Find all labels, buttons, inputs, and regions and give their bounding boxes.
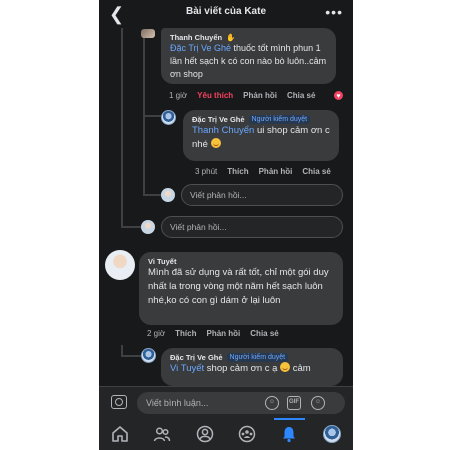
author-name[interactable]: Thanh Chuyển xyxy=(170,33,222,42)
author-name[interactable]: Vi Tuyết xyxy=(148,257,334,266)
tab-groups[interactable] xyxy=(226,418,268,450)
comment-composer: Viết bình luận... ☺ GIF ☺ xyxy=(99,386,353,418)
comment-text: Đặc Trị Ve Ghẻ thuốc tốt mình phun 1 lần… xyxy=(170,43,327,79)
comment-actions: 1 giờ Yêu thích Phản hồi Chia sẻ xyxy=(169,91,315,100)
heart-icon[interactable]: ♥ xyxy=(333,90,344,101)
reply-button[interactable]: Phản hồi xyxy=(243,91,277,100)
author-name[interactable]: Đặc Trị Ve Ghẻ xyxy=(192,115,245,124)
camera-icon[interactable] xyxy=(111,395,127,409)
timestamp: 2 giờ xyxy=(147,329,166,338)
moderator-badge: Người kiểm duyệt xyxy=(226,353,289,362)
reply-text: Thanh Chuyển ui shop cảm ơn c nhé xyxy=(192,125,330,150)
tab-friends[interactable] xyxy=(141,418,183,450)
friends-icon xyxy=(154,427,171,442)
tab-profile[interactable] xyxy=(184,418,226,450)
menu-avatar-icon xyxy=(322,425,341,443)
app-screen: ❮ Bài viết của Kate ••• Thanh Chuyển ✋ Đ… xyxy=(99,0,353,450)
thread-line xyxy=(143,30,145,195)
sticker-icon[interactable]: ☺ xyxy=(265,396,279,410)
more-horizontal-icon[interactable]: ••• xyxy=(325,4,343,20)
thread-line xyxy=(143,194,161,196)
author-name[interactable]: Đặc Trị Ve Ghẻ xyxy=(170,353,223,362)
reply-bubble: Đặc Trị Ve Ghẻ Người kiểm duyệt Thanh Ch… xyxy=(183,110,339,161)
reply-input[interactable]: Viết phản hồi... xyxy=(181,184,343,206)
avatar xyxy=(161,188,175,202)
moderator-badge: Người kiểm duyệt xyxy=(248,115,311,124)
share-button[interactable]: Chia sẻ xyxy=(287,91,315,100)
gif-icon[interactable]: GIF xyxy=(287,396,301,410)
tab-home[interactable] xyxy=(99,418,141,450)
thread-line xyxy=(121,355,141,357)
avatar[interactable] xyxy=(141,348,156,363)
reply-input[interactable]: Viết phản hồi... xyxy=(161,216,343,238)
mention[interactable]: Thanh Chuyển xyxy=(192,125,254,136)
reply-text: Vi Tuyết shop cảm ơn c ạ cảm xyxy=(170,362,311,374)
tab-notifications[interactable] xyxy=(268,418,310,450)
groups-icon xyxy=(238,425,256,443)
like-button[interactable]: Yêu thích xyxy=(197,91,233,100)
timestamp: 3 phút xyxy=(195,167,218,176)
thread-line xyxy=(143,115,161,117)
comment-input[interactable]: Viết bình luận... ☺ GIF ☺ xyxy=(137,392,345,414)
profile-icon xyxy=(196,425,214,443)
comment-actions: 2 giờ Thích Phản hồi Chia sẻ xyxy=(147,329,279,338)
comment-text: Mình đã sử dụng và rất tốt, chỉ một gói … xyxy=(148,267,329,306)
header-bar: ❮ Bài viết của Kate ••• xyxy=(99,0,353,28)
wave-icon: ✋ xyxy=(226,33,236,42)
reply-actions: 3 phút Thích Phản hồi Chia sẻ xyxy=(195,167,331,176)
like-button[interactable]: Thích xyxy=(175,329,196,338)
home-icon xyxy=(112,426,128,442)
timestamp: 1 giờ xyxy=(169,91,188,100)
tab-menu[interactable] xyxy=(311,418,353,450)
notifications-icon xyxy=(283,427,296,443)
comment-bubble: Thanh Chuyển ✋ Đặc Trị Ve Ghẻ thuốc tốt … xyxy=(161,28,336,84)
mention[interactable]: Đặc Trị Ve Ghẻ xyxy=(170,43,231,53)
avatar xyxy=(141,220,155,234)
share-button[interactable]: Chia sẻ xyxy=(302,167,330,176)
thread-line xyxy=(121,226,141,228)
share-button[interactable]: Chia sẻ xyxy=(250,329,278,338)
tab-bar xyxy=(99,418,353,450)
like-button[interactable]: Thích xyxy=(227,167,248,176)
reply-button[interactable]: Phản hồi xyxy=(259,167,293,176)
thread-line xyxy=(121,28,123,228)
comment-bubble: Vi Tuyết Mình đã sử dụng và rất tốt, chỉ… xyxy=(139,252,343,325)
emoji-icon[interactable]: ☺ xyxy=(311,396,325,410)
smile-emoji-icon xyxy=(280,362,291,372)
avatar[interactable] xyxy=(141,29,155,38)
avatar[interactable] xyxy=(161,110,176,125)
smile-emoji-icon xyxy=(210,138,221,148)
mention[interactable]: Vi Tuyết xyxy=(170,363,204,374)
avatar[interactable] xyxy=(105,250,135,280)
page-title: Bài viết của Kate xyxy=(185,6,267,17)
reply-bubble: Đặc Trị Ve Ghẻ Người kiểm duyệt Vi Tuyết… xyxy=(161,348,343,386)
reply-button[interactable]: Phản hồi xyxy=(207,329,241,338)
